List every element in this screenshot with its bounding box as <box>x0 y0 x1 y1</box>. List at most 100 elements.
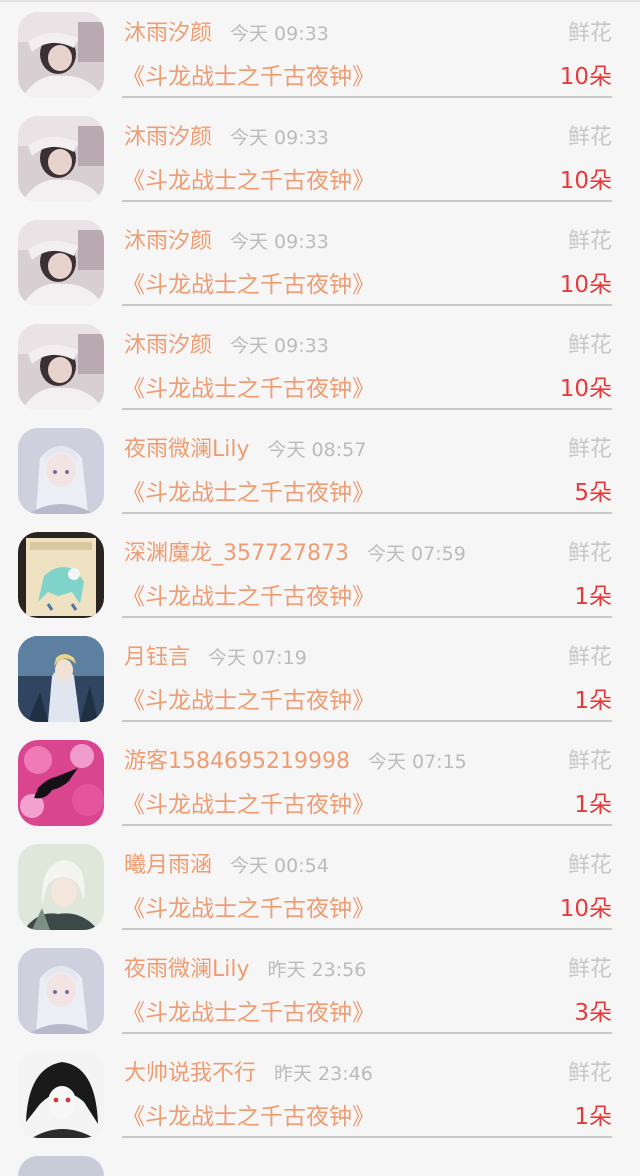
book-title[interactable]: 《斗龙战士之千古夜钟》 <box>122 894 375 924</box>
send-time: 昨天 23:46 <box>274 1063 373 1085</box>
book-title[interactable]: 《斗龙战士之千古夜钟》 <box>122 998 375 1028</box>
avatar-anime-boy-icon <box>18 844 104 930</box>
gift-record-row[interactable]: 沐雨汐颜 今天 09:33 鲜花 《斗龙战士之千古夜钟》 10朵 <box>0 208 640 312</box>
gift-type-label: 鲜花 <box>567 229 612 254</box>
gift-record-row[interactable]: 沐雨汐颜 今天 09:33 鲜花 《斗龙战士之千古夜钟》 10朵 <box>0 312 640 416</box>
book-title[interactable]: 《斗龙战士之千古夜钟》 <box>122 790 375 820</box>
avatar-girl-photo-icon <box>18 12 104 98</box>
gift-type-label: 鲜花 <box>567 21 612 46</box>
book-title[interactable]: 《斗龙战士之千古夜钟》 <box>122 374 375 404</box>
gift-type-label: 鲜花 <box>567 749 612 774</box>
avatar-girl-photo-icon <box>18 116 104 202</box>
user-name[interactable]: 曦月雨涵 今天 00:54 <box>124 852 329 880</box>
gift-type-label: 鲜花 <box>567 645 612 670</box>
user-name[interactable]: 沐雨汐颜 今天 09:33 <box>124 124 329 152</box>
avatar-anime-knight-icon <box>18 636 104 722</box>
gift-count: 10朵 <box>559 168 612 194</box>
gift-type-label: 鲜花 <box>567 437 612 462</box>
row-divider <box>122 200 612 202</box>
gift-type-label: 鲜花 <box>567 957 612 982</box>
user-avatar[interactable] <box>18 1052 104 1138</box>
user-name[interactable]: 月钰言 今天 07:19 <box>124 644 307 672</box>
row-divider <box>122 928 612 930</box>
user-avatar[interactable] <box>18 324 104 410</box>
book-title[interactable]: 《斗龙战士之千古夜钟》 <box>122 166 375 196</box>
gift-count: 1朵 <box>574 688 612 714</box>
send-time: 今天 08:57 <box>267 439 367 461</box>
avatar-girl-photo-icon <box>18 220 104 306</box>
gift-type-label: 鲜花 <box>567 1061 612 1086</box>
book-title[interactable]: 《斗龙战士之千古夜钟》 <box>122 62 375 92</box>
send-time: 今天 09:33 <box>230 23 329 45</box>
user-name[interactable]: 夜雨微澜Lily 昨天 23:56 <box>124 956 366 984</box>
gift-record-row[interactable]: 沐雨汐颜 今天 09:33 鲜花 《斗龙战士之千古夜钟》 10朵 <box>0 0 640 104</box>
user-avatar[interactable] <box>18 948 104 1034</box>
gift-record-row[interactable]: 沐雨汐颜 今天 09:33 鲜花 《斗龙战士之千古夜钟》 10朵 <box>0 104 640 208</box>
avatar-bw-sketch-icon <box>18 1052 104 1138</box>
gift-count: 1朵 <box>574 792 612 818</box>
row-divider <box>122 512 612 514</box>
gift-record-row[interactable]: 夜雨微澜Lily 今天 08:57 鲜花 《斗龙战士之千古夜钟》 5朵 <box>0 416 640 520</box>
gift-count: 5朵 <box>574 480 612 506</box>
avatar-anime-silver-icon <box>18 948 104 1034</box>
user-name[interactable]: 大帅说我不行 昨天 23:46 <box>124 1060 373 1088</box>
user-name[interactable]: 深渊魔龙_357727873 今天 07:59 <box>124 540 466 568</box>
gift-type-label: 鲜花 <box>567 541 612 566</box>
book-title[interactable]: 《斗龙战士之千古夜钟》 <box>122 478 375 508</box>
user-avatar[interactable] <box>18 532 104 618</box>
gift-count: 3朵 <box>574 1000 612 1026</box>
send-time: 今天 07:59 <box>366 543 466 565</box>
gift-type-label: 鲜花 <box>567 125 612 150</box>
gift-count: 10朵 <box>559 376 612 402</box>
avatar-girl-photo-icon <box>18 324 104 410</box>
gift-type-label: 鲜花 <box>567 853 612 878</box>
row-divider <box>122 1136 612 1138</box>
gift-record-row[interactable]: 月钰言 今天 07:19 鲜花 《斗龙战士之千古夜钟》 1朵 <box>0 624 640 728</box>
user-name[interactable]: 沐雨汐颜 今天 09:33 <box>124 20 329 48</box>
avatar-pink-flowers-icon <box>18 740 104 826</box>
row-divider <box>122 824 612 826</box>
send-time: 今天 07:15 <box>367 751 467 773</box>
book-title[interactable]: 《斗龙战士之千古夜钟》 <box>122 686 375 716</box>
gift-record-row[interactable]: 大帅说我不行 昨天 23:46 鲜花 《斗龙战士之千古夜钟》 1朵 <box>0 1040 640 1144</box>
gift-count: 1朵 <box>574 1104 612 1130</box>
gift-record-row[interactable]: 曦月雨涵 今天 00:54 鲜花 《斗龙战士之千古夜钟》 10朵 <box>0 832 640 936</box>
send-time: 今天 07:19 <box>208 647 307 669</box>
user-avatar[interactable] <box>18 844 104 930</box>
user-avatar[interactable] <box>18 428 104 514</box>
user-name[interactable]: 夜雨微澜Lily 今天 08:57 <box>124 436 366 464</box>
avatar-anime-silver-icon <box>18 428 104 514</box>
user-avatar[interactable] <box>18 116 104 202</box>
gift-count: 10朵 <box>559 896 612 922</box>
row-divider <box>122 96 612 98</box>
send-time: 今天 09:33 <box>230 335 329 357</box>
user-avatar[interactable] <box>18 636 104 722</box>
row-divider <box>122 720 612 722</box>
gift-count: 10朵 <box>559 64 612 90</box>
book-title[interactable]: 《斗龙战士之千古夜钟》 <box>122 1102 375 1132</box>
gift-record-row[interactable]: 夜雨微澜Lily 昨天 23:56 鲜花 《斗龙战士之千古夜钟》 3朵 <box>0 936 640 1040</box>
gift-record-row[interactable]: 深渊魔龙_357727873 今天 07:59 鲜花 《斗龙战士之千古夜钟》 1朵 <box>0 520 640 624</box>
next-user-avatar-partial[interactable] <box>18 1156 104 1176</box>
book-title[interactable]: 《斗龙战士之千古夜钟》 <box>122 582 375 612</box>
avatar-card-beast-icon <box>18 532 104 618</box>
row-divider <box>122 408 612 410</box>
row-divider <box>122 616 612 618</box>
user-name[interactable]: 游客1584695219998 今天 07:15 <box>124 748 467 776</box>
gift-count: 1朵 <box>574 584 612 610</box>
user-name[interactable]: 沐雨汐颜 今天 09:33 <box>124 228 329 256</box>
send-time: 今天 09:33 <box>230 127 329 149</box>
user-avatar[interactable] <box>18 12 104 98</box>
row-divider <box>122 1032 612 1034</box>
row-divider <box>122 304 612 306</box>
user-avatar[interactable] <box>18 740 104 826</box>
gift-count: 10朵 <box>559 272 612 298</box>
book-title[interactable]: 《斗龙战士之千古夜钟》 <box>122 270 375 300</box>
gift-type-label: 鲜花 <box>567 333 612 358</box>
gift-record-row[interactable]: 游客1584695219998 今天 07:15 鲜花 《斗龙战士之千古夜钟》 1… <box>0 728 640 832</box>
send-time: 今天 09:33 <box>230 231 329 253</box>
user-avatar[interactable] <box>18 220 104 306</box>
send-time: 今天 00:54 <box>230 855 329 877</box>
user-name[interactable]: 沐雨汐颜 今天 09:33 <box>124 332 329 360</box>
send-time: 昨天 23:56 <box>267 959 367 981</box>
